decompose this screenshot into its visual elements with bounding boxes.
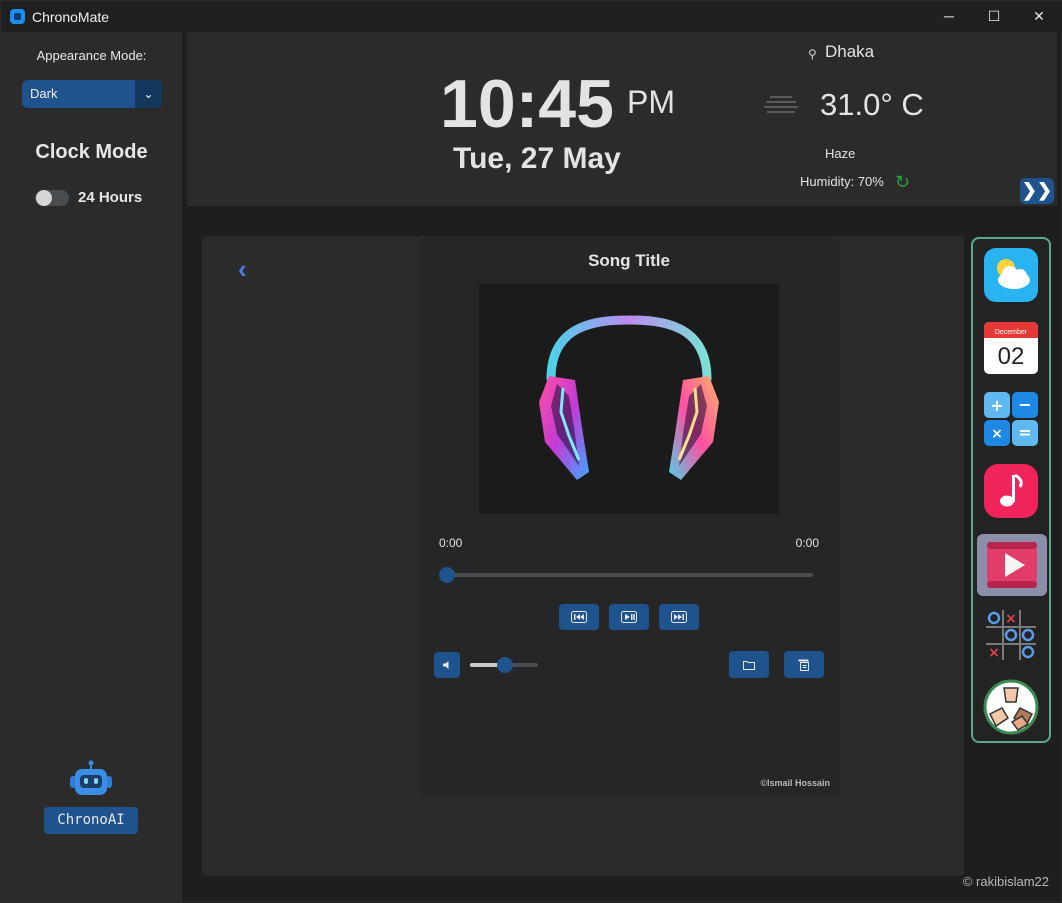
headphones-icon xyxy=(539,315,719,480)
toggle-knob xyxy=(36,190,52,206)
appearance-mode-value: Dark xyxy=(30,86,58,101)
window-title: ChronoMate xyxy=(32,9,110,25)
svg-text:−: − xyxy=(1018,395,1031,414)
song-title: Song Title xyxy=(588,251,670,270)
next-button[interactable] xyxy=(659,604,699,630)
clock-ampm: PM xyxy=(627,84,675,120)
music-player: Song Title 0:00 0:00 ©Ismail Hossain xyxy=(419,237,839,796)
title-bar: ChronoMate ─ ☐ ✕ xyxy=(1,1,1062,32)
dock-video-player-app[interactable] xyxy=(977,534,1047,596)
appearance-mode-label: Appearance Mode: xyxy=(36,48,147,63)
skip-forward-icon xyxy=(671,611,687,623)
expand-button[interactable]: ❯❯ xyxy=(1020,178,1054,204)
clock-mode-toggle-label: 24 Hours xyxy=(78,189,143,206)
open-folder-button[interactable] xyxy=(729,651,769,678)
weather-temperature: 31.0° C xyxy=(820,87,924,122)
dock-music-app[interactable] xyxy=(982,462,1040,520)
appearance-mode-select[interactable]: Dark ⌄ xyxy=(22,80,162,108)
minimize-button[interactable]: ─ xyxy=(926,1,972,32)
svg-text:×: × xyxy=(1005,611,1017,627)
haze-icon xyxy=(764,96,798,113)
hands-game-app-icon xyxy=(983,679,1039,735)
dock-calendar-app[interactable]: December 02 xyxy=(982,318,1040,376)
album-art xyxy=(479,284,779,514)
total-time: 0:00 xyxy=(795,536,819,550)
chronoai-button[interactable]: ChronoAI xyxy=(44,807,138,834)
clock-mode-title: Clock Mode xyxy=(35,141,148,163)
weather-app-icon xyxy=(984,248,1038,302)
video-player-app-icon xyxy=(987,542,1037,588)
player-credit: ©Ismail Hossain xyxy=(760,778,830,788)
play-pause-button[interactable] xyxy=(609,604,649,630)
app-logo-icon xyxy=(10,9,25,24)
progress-slider[interactable] xyxy=(447,573,813,577)
back-button[interactable]: ‹ xyxy=(238,254,247,285)
calculator-app-icon: + − × = xyxy=(984,392,1038,446)
weather-condition: Haze xyxy=(825,146,856,161)
playlist-icon xyxy=(798,659,809,671)
folder-icon xyxy=(743,661,755,670)
app-window: ChronoMate ─ ☐ ✕ Appearance Mode: Dark ⌄… xyxy=(0,0,1062,903)
volume-button[interactable] xyxy=(434,652,460,678)
playlist-button[interactable] xyxy=(784,651,824,678)
footer-credit: © rakibislam22 xyxy=(962,874,1049,889)
dock-hands-game-app[interactable] xyxy=(982,678,1040,736)
location-pin-icon: ⚲ xyxy=(808,47,817,61)
robot-icon xyxy=(70,760,112,795)
clock-time: 10:45 xyxy=(440,66,614,142)
volume-slider-handle[interactable] xyxy=(497,657,513,673)
calendar-day: 02 xyxy=(998,343,1025,370)
chevron-down-icon[interactable]: ⌄ xyxy=(135,80,162,108)
clock-weather-header: 10:45 PM Tue, 27 May ⚲ Dhaka 31.0° C Haz… xyxy=(187,32,1057,206)
sidebar: Appearance Mode: Dark ⌄ Clock Mode 24 Ho… xyxy=(1,32,182,903)
speaker-icon xyxy=(443,661,449,669)
calendar-month: December xyxy=(995,329,1028,336)
refresh-icon[interactable]: ↻ xyxy=(895,172,910,193)
dock-weather-app[interactable] xyxy=(982,246,1040,304)
svg-text:+: + xyxy=(990,396,1003,415)
svg-text:×: × xyxy=(988,645,1000,661)
app-dock: December 02 + − × = × × xyxy=(971,237,1051,743)
tic-tac-toe-app-icon: × × xyxy=(986,610,1036,661)
svg-text:×: × xyxy=(991,426,1003,442)
clock-mode-toggle[interactable] xyxy=(35,190,69,206)
progress-slider-handle[interactable] xyxy=(439,567,455,583)
dock-calculator-app[interactable]: + − × = xyxy=(982,390,1040,448)
close-button[interactable]: ✕ xyxy=(1016,1,1062,32)
dock-tic-tac-toe-app[interactable]: × × xyxy=(982,606,1040,664)
weather-city: Dhaka xyxy=(825,42,875,61)
maximize-button[interactable]: ☐ xyxy=(971,1,1017,32)
svg-text:=: = xyxy=(1018,423,1031,442)
music-app-icon xyxy=(984,464,1038,518)
skip-back-icon xyxy=(571,611,587,623)
calendar-app-icon: December 02 xyxy=(984,322,1038,374)
clock-date: Tue, 27 May xyxy=(453,142,621,175)
play-pause-icon xyxy=(621,611,637,623)
previous-button[interactable] xyxy=(559,604,599,630)
current-time: 0:00 xyxy=(439,536,463,550)
weather-humidity: Humidity: 70% xyxy=(800,174,884,189)
